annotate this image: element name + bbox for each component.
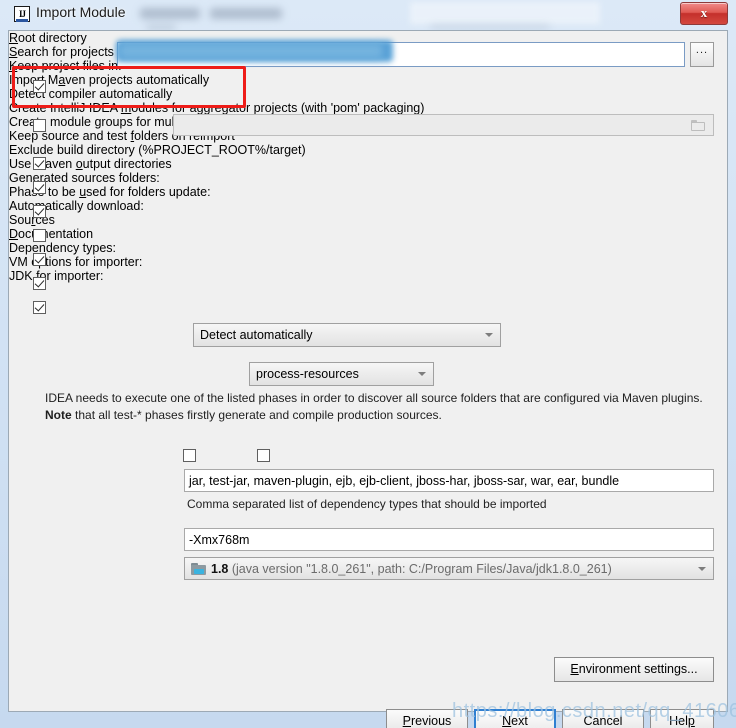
previous-button[interactable]: Previous: [386, 709, 468, 728]
checkbox-create-module-groups[interactable]: [33, 229, 46, 242]
environment-settings-label: Environment settings...: [570, 662, 698, 676]
chevron-down-icon: [698, 566, 706, 571]
vm-options-label: VM options for importer:: [9, 255, 143, 269]
root-directory-browse-button[interactable]: ...: [690, 42, 714, 67]
checkbox-keep-source-and-test-folders[interactable]: [33, 253, 46, 266]
keep-project-files-checkbox[interactable]: [33, 119, 46, 132]
jdk-path-value: (java version "1.8.0_261", path: C:/Prog…: [228, 562, 612, 576]
checkbox-label-6: Use Maven output directories: [9, 157, 172, 171]
checkbox-create-intellij-idea-modules[interactable]: [33, 205, 46, 218]
generated-sources-select[interactable]: Detect automatically: [193, 323, 501, 347]
jdk-version-value: 1.8: [211, 562, 229, 576]
phase-update-label: Phase to be used for folders update:: [9, 185, 211, 199]
folder-icon: [691, 120, 705, 131]
root-directory-redaction-inner: [120, 44, 382, 58]
search-recursively-checkbox[interactable]: [33, 80, 46, 93]
generated-sources-value: Detect automatically: [200, 328, 313, 342]
screenshot-root: IJ Import Module x Root directory ... Se…: [0, 0, 736, 728]
checkbox-exclude-build-directory[interactable]: [33, 277, 46, 290]
window-title: Import Module: [36, 4, 126, 20]
phase-info-line-2: Note that all test-* phases firstly gene…: [45, 408, 442, 422]
checkbox-label-1: Detect compiler automatically: [9, 87, 173, 101]
previous-button-label: Previous: [402, 714, 452, 728]
intellij-idea-icon: IJ: [14, 6, 30, 22]
browse-button-label: ...: [695, 44, 709, 56]
close-button[interactable]: x: [680, 2, 728, 25]
help-button-label: Help: [669, 714, 695, 728]
dialog-content: Root directory ... Search for projects r…: [9, 31, 727, 728]
next-button-label: Next: [502, 714, 528, 728]
chevron-down-icon: [485, 333, 493, 337]
keep-project-files-input[interactable]: [173, 114, 714, 136]
checkbox-label-0: Import Maven projects automatically: [9, 73, 210, 87]
checkbox-label-2: Create IntelliJ IDEA modules for aggrega…: [9, 101, 425, 115]
next-button[interactable]: Next: [474, 709, 556, 728]
dependency-types-hint: Comma separated list of dependency types…: [187, 497, 547, 511]
jdk-folder-icon: [191, 563, 206, 575]
generated-sources-label: Generated sources folders:: [9, 171, 160, 185]
auto-download-documentation-label: Documentation: [9, 227, 94, 241]
checkbox-detect-compiler-automatically[interactable]: [33, 181, 46, 194]
phase-info-note-bold: Note: [45, 408, 72, 422]
auto-download-sources-label: Sources: [9, 213, 55, 227]
cancel-button-label: Cancel: [583, 714, 623, 728]
jdk-importer-select[interactable]: 1.8 (java version "1.8.0_261", path: C:/…: [184, 557, 714, 580]
auto-download-sources-checkbox[interactable]: [183, 449, 196, 462]
auto-download-documentation-checkbox[interactable]: [257, 449, 270, 462]
window-title-bar: IJ Import Module x: [0, 0, 736, 28]
dependency-types-label: Dependency types:: [9, 241, 117, 255]
phase-update-value: process-resources: [256, 367, 359, 381]
phase-info-line-1: IDEA needs to execute one of the listed …: [45, 391, 703, 405]
chevron-down-icon: [418, 372, 426, 376]
checkbox-label-5: Exclude build directory (%PROJECT_ROOT%/…: [9, 143, 306, 157]
close-icon: x: [700, 5, 708, 20]
dependency-types-input[interactable]: jar, test-jar, maven-plugin, ejb, ejb-cl…: [184, 469, 714, 492]
checkbox-use-maven-output-directories[interactable]: [33, 301, 46, 314]
phase-info-note-rest: that all test-* phases firstly generate …: [71, 408, 442, 422]
checkbox-import-maven-projects-automatically[interactable]: [33, 157, 46, 170]
import-module-dialog: Root directory ... Search for projects r…: [8, 30, 728, 728]
phase-update-select[interactable]: process-resources: [249, 362, 434, 386]
cancel-button[interactable]: Cancel: [562, 709, 644, 728]
jdk-importer-label: JDK for importer:: [9, 269, 104, 283]
vm-options-input[interactable]: -Xmx768m: [184, 528, 714, 551]
environment-settings-button[interactable]: Environment settings...: [554, 657, 714, 682]
auto-download-label: Automatically download:: [9, 199, 144, 213]
help-button[interactable]: Help: [650, 709, 714, 728]
